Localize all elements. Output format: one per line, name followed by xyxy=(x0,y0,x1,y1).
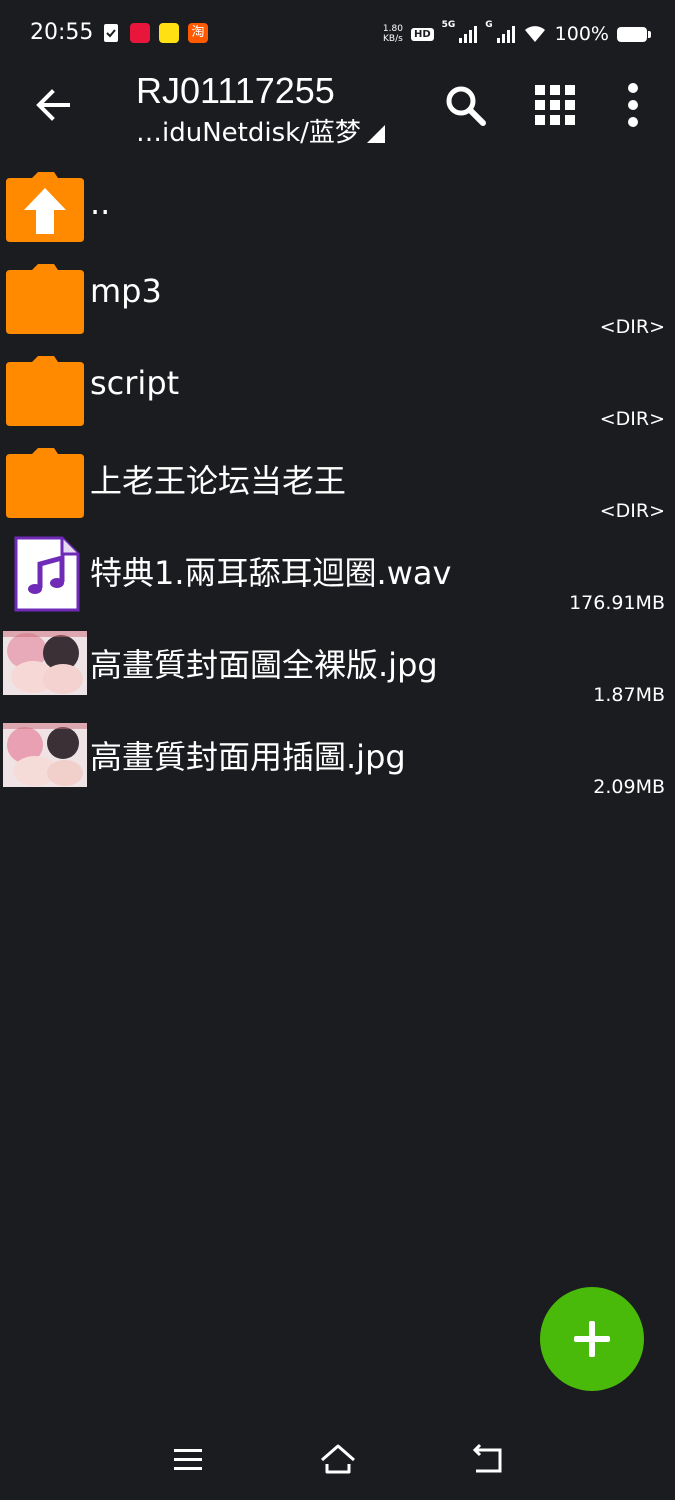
file-row-image[interactable]: 高畫質封面用插圖.jpg 2.09MB xyxy=(0,712,675,804)
folder-icon xyxy=(4,352,86,428)
grid-view-icon[interactable] xyxy=(530,80,580,130)
add-button[interactable] xyxy=(540,1287,644,1391)
file-name: 高畫質封面用插圖.jpg xyxy=(90,738,406,776)
signal-icon-2 xyxy=(496,25,515,43)
wifi-icon xyxy=(524,26,545,42)
file-row-folder[interactable]: mp3 <DIR> xyxy=(0,252,675,344)
file-row-image[interactable]: 高畫質封面圖全裸版.jpg 1.87MB xyxy=(0,620,675,712)
menu-icon[interactable] xyxy=(166,1438,210,1482)
file-name: 上老王论坛当老王 xyxy=(90,462,347,500)
file-row-folder[interactable]: script <DIR> xyxy=(0,344,675,436)
status-time: 20:55 xyxy=(30,20,94,45)
signal-icon xyxy=(459,25,478,43)
file-list: .. mp3 <DIR> script <DIR> 上老王论坛当老王 <DIR>… xyxy=(0,160,675,804)
yellow-app-icon xyxy=(159,23,179,43)
folder-up-icon xyxy=(4,168,86,244)
image-thumbnail xyxy=(3,723,87,787)
back-icon[interactable] xyxy=(466,1438,510,1482)
network-speed: 1.80 KB/s xyxy=(383,24,403,44)
status-bar: 20:55 淘 1.80 KB/s HD 5G G 100% xyxy=(0,0,675,68)
file-name: mp3 xyxy=(90,272,162,310)
battery-percent: 100% xyxy=(554,23,609,45)
red-app-icon xyxy=(130,23,150,43)
screen: 20:55 淘 1.80 KB/s HD 5G G 100% RJ0111725… xyxy=(0,0,675,1500)
file-name: 高畫質封面圖全裸版.jpg xyxy=(90,646,438,684)
path-label: …iduNetdisk/蓝梦 xyxy=(136,118,361,148)
search-icon[interactable] xyxy=(440,80,490,130)
path-dropdown[interactable]: …iduNetdisk/蓝梦 xyxy=(136,112,385,149)
audio-file-icon xyxy=(4,536,86,612)
page-title: RJ01117255 xyxy=(136,70,335,111)
network-type-5g: 5G xyxy=(441,20,456,30)
file-meta: 2.09MB xyxy=(593,776,665,798)
file-row-parent[interactable]: .. xyxy=(0,160,675,252)
file-row-audio[interactable]: 特典1.兩耳舔耳迴圈.wav 176.91MB xyxy=(0,528,675,620)
toolbar: RJ01117255 …iduNetdisk/蓝梦 xyxy=(0,68,675,156)
dropdown-triangle-icon xyxy=(366,124,385,143)
todo-icon xyxy=(104,24,118,42)
more-vert-icon[interactable] xyxy=(608,80,658,130)
navigation-bar xyxy=(0,1420,675,1500)
file-meta: <DIR> xyxy=(599,316,665,338)
hd-badge: HD xyxy=(410,27,434,41)
network-type-g: G xyxy=(485,20,493,30)
file-name: .. xyxy=(90,184,111,222)
network-speed-value: 1.80 xyxy=(382,24,403,34)
folder-icon xyxy=(4,444,86,520)
file-meta: <DIR> xyxy=(599,408,665,430)
back-arrow-icon[interactable] xyxy=(28,80,78,130)
taobao-icon: 淘 xyxy=(188,23,208,43)
folder-icon xyxy=(4,260,86,336)
file-name: 特典1.兩耳舔耳迴圈.wav xyxy=(90,554,452,592)
file-meta: <DIR> xyxy=(599,500,665,522)
file-meta: 1.87MB xyxy=(593,684,665,706)
image-thumbnail xyxy=(3,631,87,695)
file-name: script xyxy=(90,364,180,402)
status-right: 1.80 KB/s HD 5G G 100% xyxy=(383,20,651,48)
file-meta: 176.91MB xyxy=(569,592,665,614)
file-row-folder[interactable]: 上老王论坛当老王 <DIR> xyxy=(0,436,675,528)
home-icon[interactable] xyxy=(316,1438,360,1482)
battery-icon xyxy=(617,26,651,42)
network-speed-unit: KB/s xyxy=(383,34,403,44)
